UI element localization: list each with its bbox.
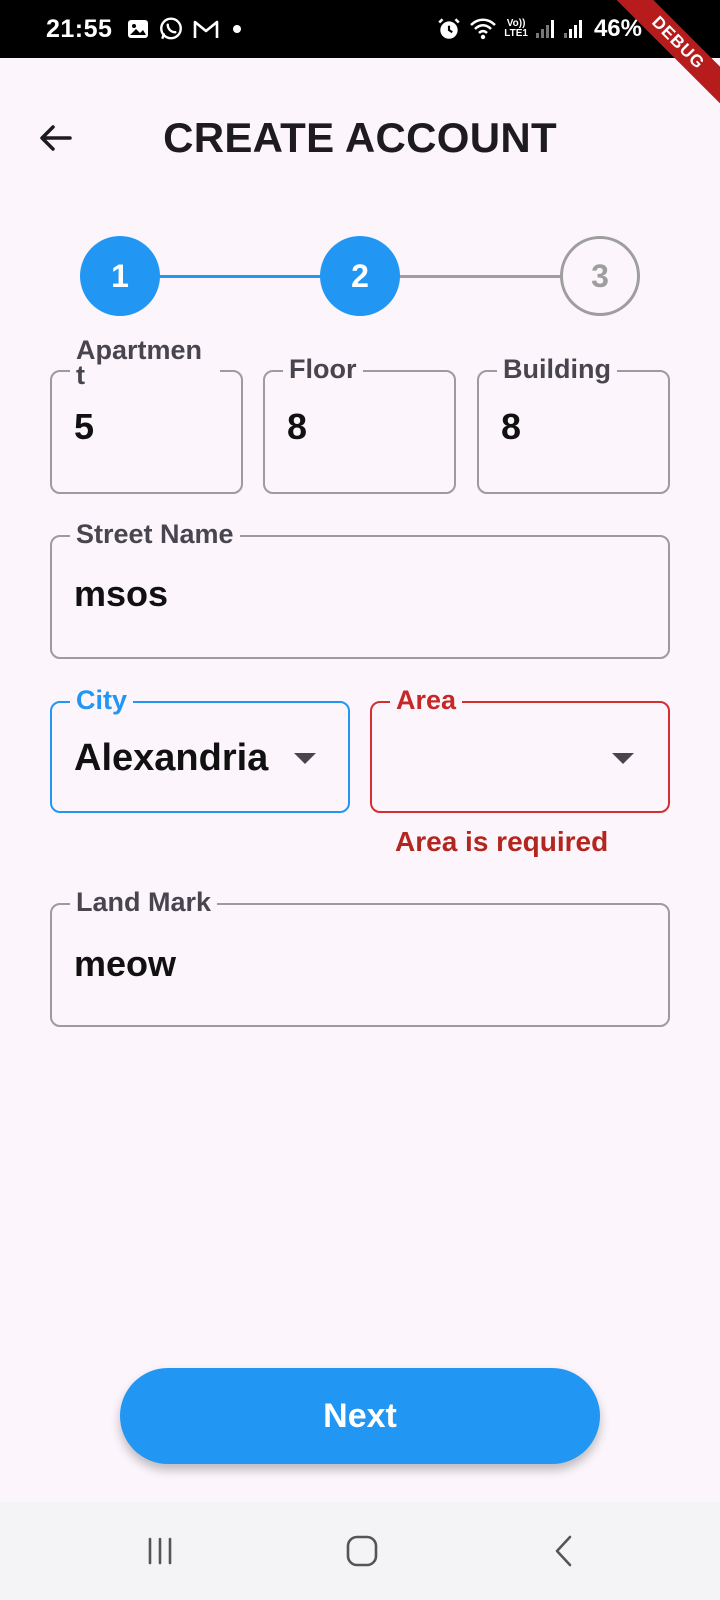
- street-name-label: Street Name: [70, 519, 240, 549]
- status-time: 21:55: [46, 14, 113, 43]
- next-button[interactable]: Next: [120, 1368, 600, 1464]
- arrow-left-icon: [40, 125, 72, 151]
- floor-value: 8: [287, 406, 308, 447]
- gmail-icon: [192, 17, 220, 41]
- step-connector-1-2: [158, 275, 322, 278]
- apartment-field[interactable]: Apartmen t 5: [50, 337, 243, 494]
- step-3[interactable]: 3: [560, 236, 640, 316]
- battery-percent: 46%: [593, 15, 642, 42]
- city-dropdown[interactable]: City Alexandria: [50, 685, 350, 813]
- street-name-field[interactable]: Street Name msos: [50, 519, 670, 659]
- navigation-bar: [0, 1502, 720, 1600]
- page-title: CREATE ACCOUNT: [163, 114, 557, 161]
- network-bottom-label: LTE1: [504, 28, 528, 39]
- signal-icon: [534, 18, 556, 40]
- building-value: 8: [501, 406, 522, 447]
- apartment-value: 5: [74, 406, 95, 447]
- city-value: Alexandria: [74, 737, 269, 779]
- home-icon: [346, 1535, 378, 1567]
- step-connector-2-3: [398, 275, 562, 278]
- building-field[interactable]: Building 8: [477, 354, 670, 494]
- alarm-icon: [436, 16, 462, 42]
- land-mark-field[interactable]: Land Mark meow: [50, 887, 670, 1027]
- street-name-value: msos: [74, 573, 169, 614]
- dot-icon: [228, 20, 246, 38]
- home-button[interactable]: [332, 1526, 392, 1576]
- floor-field[interactable]: Floor 8: [263, 354, 456, 494]
- network-type-indicator: Vo)) LTE1: [504, 19, 528, 39]
- whatsapp-icon: [158, 16, 184, 42]
- step-2[interactable]: 2: [320, 236, 400, 316]
- stepper: 1 2 3: [0, 230, 720, 320]
- step-1[interactable]: 1: [80, 236, 160, 316]
- building-label: Building: [497, 354, 617, 384]
- chevron-down-icon: [294, 753, 316, 764]
- status-left: 21:55: [46, 0, 246, 58]
- image-icon: [126, 17, 150, 41]
- area-error-text: Area is required: [395, 826, 609, 857]
- city-label: City: [70, 685, 134, 715]
- floor-label: Floor: [283, 354, 363, 384]
- signal-icon: [562, 18, 584, 40]
- recent-apps-icon: [148, 1537, 172, 1565]
- chevron-left-icon: [555, 1535, 572, 1567]
- land-mark-value: meow: [74, 943, 177, 984]
- apartment-label: Apartmen t: [70, 337, 220, 389]
- system-back-button[interactable]: [534, 1526, 594, 1576]
- back-button[interactable]: [30, 112, 82, 164]
- land-mark-label: Land Mark: [70, 887, 218, 917]
- status-bar: 21:55 Vo)) LTE1 46%: [0, 0, 720, 58]
- wifi-icon: [468, 16, 498, 42]
- recent-apps-button[interactable]: [130, 1526, 190, 1576]
- status-right: Vo)) LTE1 46%: [436, 0, 642, 58]
- chevron-down-icon: [612, 753, 634, 764]
- area-label: Area: [390, 685, 463, 715]
- area-dropdown[interactable]: Area: [370, 685, 670, 813]
